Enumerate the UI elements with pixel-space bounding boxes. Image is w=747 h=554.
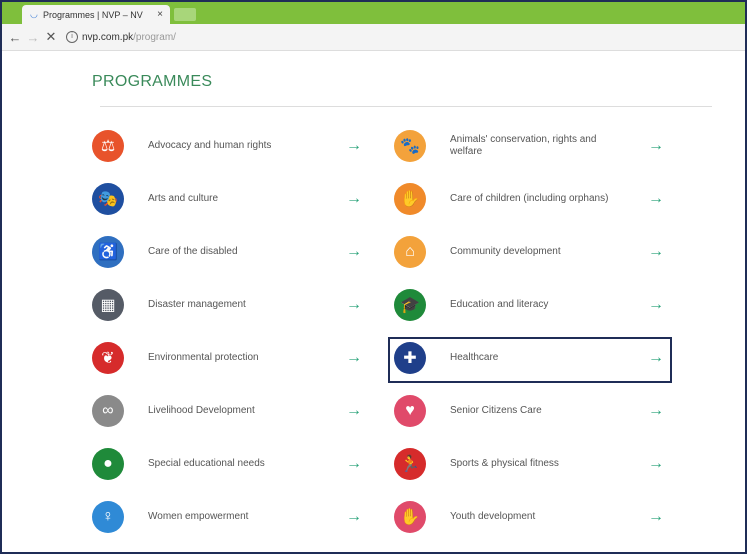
programme-label[interactable]: Senior Citizens Care [450, 405, 610, 417]
arrow-right-icon[interactable]: → [648, 455, 664, 473]
programme-label[interactable]: Arts and culture [148, 193, 308, 205]
back-icon[interactable]: ← [6, 30, 24, 45]
arrow-right-icon[interactable]: → [346, 137, 362, 155]
programme-label[interactable]: Youth development [450, 511, 610, 523]
programme-label[interactable]: Advocacy and human rights [148, 140, 308, 152]
person-icon: ● [92, 448, 124, 480]
arrow-right-icon[interactable]: → [648, 402, 664, 420]
arrow-right-icon[interactable]: → [648, 190, 664, 208]
reload-stop-icon[interactable]: ✕ [42, 29, 60, 45]
heading-divider [100, 106, 712, 107]
graduation-cap-icon: 🎓 [394, 289, 426, 321]
programme-item[interactable]: ♀ Women empowerment → [92, 497, 372, 537]
programme-item[interactable]: ♥ Senior Citizens Care → [394, 391, 674, 431]
address-host: nvp.com.pk [82, 31, 134, 43]
programme-item[interactable]: ⌂ Community development → [394, 232, 674, 272]
heart-stethoscope-icon: ♥ [394, 395, 426, 427]
paw-icon: 🐾 [394, 130, 426, 162]
programme-item[interactable]: 🐾 Animals' conservation, rights and welfa… [394, 126, 674, 166]
programme-label[interactable]: Care of children (including orphans) [450, 193, 610, 205]
arrow-right-icon[interactable]: → [346, 455, 362, 473]
programme-item[interactable]: ✋ Care of children (including orphans) → [394, 179, 674, 219]
programme-label[interactable]: Environmental protection [148, 352, 308, 364]
browser-toolbar: ← → ✕ i nvp.com.pk/program/ [2, 24, 745, 51]
programme-item[interactable]: ∞ Livelihood Development → [92, 391, 372, 431]
programme-label[interactable]: Women empowerment [148, 511, 308, 523]
programme-item[interactable]: 🏃 Sports & physical fitness → [394, 444, 674, 484]
programme-item[interactable]: ▦ Disaster management → [92, 285, 372, 325]
browser-window: ◡ Programmes | NVP – NV × ← → ✕ i nvp.co… [0, 0, 747, 554]
programme-item[interactable]: ♿ Care of the disabled → [92, 232, 372, 272]
scales-icon: ⚖ [92, 130, 124, 162]
arrow-right-icon[interactable]: → [648, 508, 664, 526]
community-icon: ⌂ [394, 236, 426, 268]
address-bar[interactable]: i nvp.com.pk/program/ [66, 31, 176, 43]
programme-item[interactable]: 🎓 Education and literacy → [394, 285, 674, 325]
arrow-right-icon[interactable]: → [648, 243, 664, 261]
site-favicon-icon: ◡ [30, 9, 38, 19]
arrow-right-icon[interactable]: → [346, 402, 362, 420]
programme-label[interactable]: Care of the disabled [148, 246, 308, 258]
programme-label[interactable]: Education and literacy [450, 299, 610, 311]
programme-item[interactable]: 🎭 Arts and culture → [92, 179, 372, 219]
building-icon: ▦ [92, 289, 124, 321]
highlight-box [388, 337, 672, 383]
tab-title: Programmes | NVP – NV [43, 9, 143, 20]
programme-label[interactable]: Livelihood Development [148, 405, 308, 417]
tab-close-icon[interactable]: × [154, 9, 166, 20]
browser-tab[interactable]: ◡ Programmes | NVP – NV × [22, 5, 170, 24]
arrow-right-icon[interactable]: → [648, 137, 664, 155]
programme-item[interactable]: ⚖ Advocacy and human rights → [92, 126, 372, 166]
arrow-right-icon[interactable]: → [346, 508, 362, 526]
programme-label[interactable]: Special educational needs [148, 458, 308, 470]
raised-hand-icon: ✋ [394, 501, 426, 533]
tab-strip: ◡ Programmes | NVP – NV × [2, 2, 745, 24]
forward-icon[interactable]: → [24, 30, 42, 45]
arrow-right-icon[interactable]: → [346, 190, 362, 208]
programme-item[interactable]: ✋ Youth development → [394, 497, 674, 537]
arrow-right-icon[interactable]: → [346, 243, 362, 261]
new-tab-button[interactable] [174, 8, 196, 21]
woman-icon: ♀ [92, 501, 124, 533]
children-icon: ✋ [394, 183, 426, 215]
page-content: PROGRAMMES ⚖ Advocacy and human rights → 🐾 A… [2, 51, 745, 551]
arrow-right-icon[interactable]: → [346, 296, 362, 314]
programme-item[interactable]: ❦ Environmental protection → [92, 338, 372, 378]
page-title: PROGRAMMES [92, 73, 213, 90]
wheelchair-icon: ♿ [92, 236, 124, 268]
site-info-icon[interactable]: i [66, 31, 78, 43]
arrow-right-icon[interactable]: → [648, 296, 664, 314]
programme-label[interactable]: Sports & physical fitness [450, 458, 610, 470]
programme-label[interactable]: Animals' conservation, rights and welfar… [450, 134, 610, 158]
programme-label[interactable]: Disaster management [148, 299, 308, 311]
runner-icon: 🏃 [394, 448, 426, 480]
link-icon: ∞ [92, 395, 124, 427]
leaf-icon: ❦ [92, 342, 124, 374]
arrow-right-icon[interactable]: → [346, 349, 362, 367]
programme-label[interactable]: Community development [450, 246, 610, 258]
theatre-masks-icon: 🎭 [92, 183, 124, 215]
address-path: /program/ [133, 31, 176, 43]
programme-item[interactable]: ● Special educational needs → [92, 444, 372, 484]
